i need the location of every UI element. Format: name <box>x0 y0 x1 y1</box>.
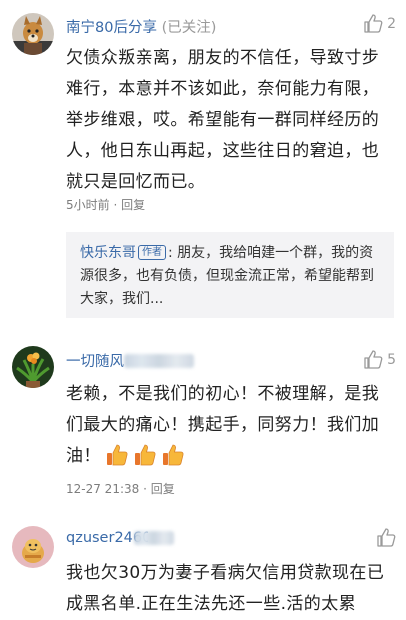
user-avatar-dog[interactable] <box>12 13 54 55</box>
blurred-username-part <box>134 531 174 545</box>
user-avatar-plant[interactable] <box>12 346 54 388</box>
like-button[interactable] <box>376 528 396 547</box>
thumbs-up-emoji-icon <box>161 443 185 478</box>
like-button[interactable]: 2 <box>363 14 396 33</box>
comment-3: qzuser2460 我也欠30万为妻子看病欠信用贷款现在已成黑名单.正在生法先… <box>0 506 406 614</box>
thumbs-up-emoji-icon <box>133 443 157 478</box>
thumbs-up-icon <box>363 350 383 369</box>
reply-link[interactable]: 回复 <box>151 482 175 496</box>
reply-author-name[interactable]: 快乐东哥 <box>80 245 136 261</box>
comment-text: 老赖，不是我们的初心！不被理解，是我们最大的痛心！携起手，同努力！我们加油！ <box>66 379 394 478</box>
author-badge: 作者 <box>138 245 166 260</box>
comment-meta: 12-27 21:38 · 回复 <box>66 482 175 496</box>
thumbs-up-icon <box>376 528 396 547</box>
comment-1: 南宁80后分享 (已关注) 2 欠债众叛亲离，朋友的不信任，导致寸步难行，本意并… <box>0 0 406 330</box>
reply-link[interactable]: 回复 <box>121 198 145 212</box>
thumbs-up-emoji-icon <box>105 443 129 478</box>
comment-username[interactable]: 一切随风 <box>66 350 194 371</box>
comment-2: 一切随风 5 老赖，不是我们的初心！不被理解，是我们最大的痛心！携起手，同努力！… <box>0 330 406 506</box>
follow-status: (已关注) <box>161 20 217 36</box>
comment-time: 12-27 21:38 <box>66 482 140 496</box>
comment-meta: 5小时前 · 回复 <box>66 198 146 212</box>
comment-time: 5小时前 <box>66 198 110 212</box>
like-button[interactable]: 5 <box>363 350 396 369</box>
like-count: 2 <box>387 15 396 32</box>
comment-username[interactable]: qzuser2460 <box>66 530 174 546</box>
user-avatar-cartoon[interactable] <box>12 526 54 568</box>
blurred-username-part <box>124 353 194 368</box>
comment-username[interactable]: 南宁80后分享 (已关注) <box>66 16 216 37</box>
reply-preview[interactable]: 快乐东哥 作者: 朋友，我给咱建一个群，我的资源很多，也有负债，但现金流正常，希望… <box>66 232 394 318</box>
comment-text: 欠债众叛亲离，朋友的不信任，导致寸步难行，本意并不该如此，奈何能力有限，举步维艰… <box>66 48 380 192</box>
thumbs-up-icon <box>363 14 383 33</box>
like-count: 5 <box>387 351 396 368</box>
